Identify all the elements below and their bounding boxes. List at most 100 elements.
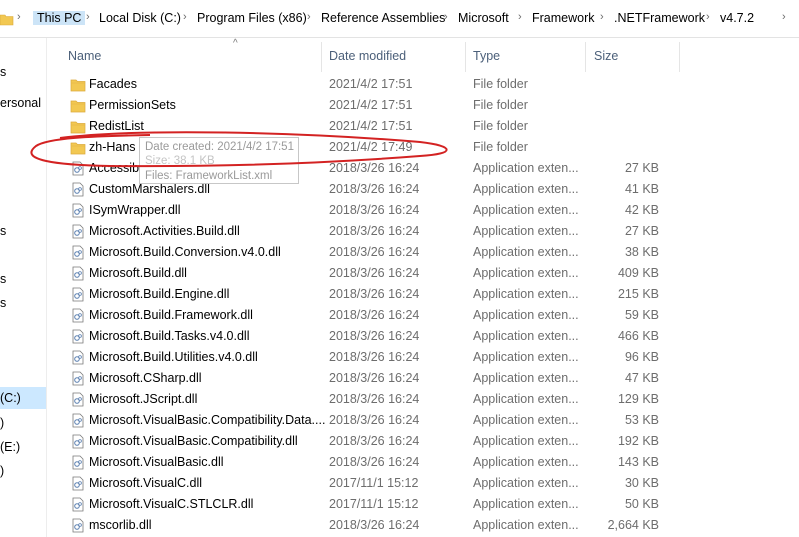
column-header-bar: ^ Name Date modified Type Size — [47, 38, 799, 72]
file-type: Application exten... — [473, 392, 579, 406]
breadcrumb-framework[interactable]: Framework — [532, 11, 595, 25]
file-type: Application exten... — [473, 497, 579, 511]
file-row[interactable]: PermissionSets 2021/4/2 17:51 File folder — [68, 95, 668, 116]
breadcrumb-microsoft[interactable]: Microsoft — [458, 11, 509, 25]
file-name: Microsoft.VisualC.dll — [89, 476, 203, 490]
file-type: Application exten... — [473, 203, 579, 217]
column-divider[interactable] — [585, 42, 586, 72]
nav-item[interactable]: ) — [0, 464, 4, 478]
file-type: Application exten... — [473, 455, 579, 469]
column-divider[interactable] — [465, 42, 466, 72]
file-row[interactable]: Microsoft.Build.dll 2018/3/26 16:24 Applic… — [68, 263, 668, 284]
nav-item[interactable]: s — [0, 296, 6, 310]
nav-item[interactable]: s — [0, 65, 6, 79]
column-header-size[interactable]: Size — [594, 49, 618, 63]
column-header-type[interactable]: Type — [473, 49, 500, 63]
file-date-modified: 2018/3/26 16:24 — [329, 245, 420, 259]
file-name: RedistList — [89, 119, 144, 133]
dll-file-icon — [72, 224, 84, 239]
file-name: Microsoft.JScript.dll — [89, 392, 198, 406]
file-name: Microsoft.VisualBasic.Compatibility.Data… — [89, 413, 326, 427]
nav-item[interactable]: s — [0, 272, 6, 286]
address-bar[interactable]: › This PC › Local Disk (C:) › Program Fi… — [0, 0, 799, 38]
dll-file-icon — [72, 455, 84, 470]
file-row[interactable]: Facades 2021/4/2 17:51 File folder — [68, 74, 668, 95]
file-row[interactable]: Microsoft.VisualBasic.Compatibility.dll 2… — [68, 431, 668, 452]
breadcrumb-this-pc[interactable]: This PC — [33, 11, 86, 25]
breadcrumb-program-files[interactable]: Program Files (x86) — [197, 11, 307, 25]
file-type: Application exten... — [473, 287, 579, 301]
file-date-modified: 2018/3/26 16:24 — [329, 203, 420, 217]
file-date-modified: 2018/3/26 16:24 — [329, 434, 420, 448]
file-name: Microsoft.CSharp.dll — [89, 371, 202, 385]
dll-file-icon — [72, 518, 84, 533]
nav-item[interactable]: s — [0, 224, 6, 238]
file-row[interactable]: Microsoft.VisualBasic.Compatibility.Data… — [68, 410, 668, 431]
file-name: Microsoft.VisualBasic.dll — [89, 455, 224, 469]
nav-item[interactable]: (E:) — [0, 440, 20, 454]
file-row[interactable]: Microsoft.Build.Tasks.v4.0.dll 2018/3/26 … — [68, 326, 668, 347]
breadcrumb-local-disk[interactable]: Local Disk (C:) — [99, 11, 181, 25]
file-size: 47 KB — [624, 371, 659, 385]
file-name: CustomMarshalers.dll — [89, 182, 210, 196]
file-row[interactable]: Microsoft.Build.Engine.dll 2018/3/26 16:2… — [68, 284, 668, 305]
file-size: 192 KB — [617, 434, 659, 448]
dll-file-icon — [72, 413, 84, 428]
file-row[interactable]: Microsoft.Activities.Build.dll 2018/3/26 … — [68, 221, 668, 242]
file-row[interactable]: Microsoft.Build.Framework.dll 2018/3/26 1… — [68, 305, 668, 326]
file-type: Application exten... — [473, 182, 579, 196]
nav-item-local-disk[interactable]: (C:) — [0, 387, 46, 409]
dll-file-icon — [72, 203, 84, 218]
file-row[interactable]: Microsoft.VisualC.STLCLR.dll 2017/11/1 15… — [68, 494, 668, 515]
file-name: Microsoft.Build.Utilities.v4.0.dll — [89, 350, 258, 364]
navigation-pane[interactable]: s ersonal s s s (C:) ) (E:) ) — [0, 38, 47, 537]
chevron-right-icon: › — [706, 11, 710, 23]
chevron-right-icon: › — [86, 11, 90, 23]
breadcrumb-reference-assemblies[interactable]: Reference Assemblies — [321, 11, 445, 25]
column-header-date[interactable]: Date modified — [329, 49, 406, 63]
file-name: mscorlib.dll — [89, 518, 152, 532]
breadcrumb-version[interactable]: v4.7.2 — [720, 11, 754, 25]
chevron-right-icon: › — [307, 11, 311, 23]
file-type: Application exten... — [473, 161, 579, 175]
file-row[interactable]: Microsoft.Build.Utilities.v4.0.dll 2018/3… — [68, 347, 668, 368]
file-row[interactable]: ISymWrapper.dll 2018/3/26 16:24 Applicatio… — [68, 200, 668, 221]
file-type: Application exten... — [473, 413, 579, 427]
dll-file-icon — [72, 161, 84, 176]
file-row[interactable]: mscorlib.dll 2018/3/26 16:24 Application e… — [68, 515, 668, 536]
dll-file-icon — [72, 182, 84, 197]
file-size: 215 KB — [617, 287, 659, 301]
column-divider[interactable] — [321, 42, 322, 72]
file-size: 53 KB — [624, 413, 659, 427]
dll-file-icon — [72, 434, 84, 449]
breadcrumb-netframework[interactable]: .NETFramework — [614, 11, 705, 25]
nav-item[interactable]: ersonal — [0, 96, 41, 110]
file-tooltip: Date created: 2021/4/2 17:51 Size: 38.1 … — [139, 137, 299, 184]
file-row[interactable]: Microsoft.VisualC.dll 2017/11/1 15:12 Appl… — [68, 473, 668, 494]
file-type: Application exten... — [473, 434, 579, 448]
file-row[interactable]: Microsoft.CSharp.dll 2018/3/26 16:24 Appli… — [68, 368, 668, 389]
tooltip-created: Date created: 2021/4/2 17:51 — [145, 141, 294, 153]
file-row[interactable]: Microsoft.VisualBasic.dll 2018/3/26 16:24… — [68, 452, 668, 473]
file-name: PermissionSets — [89, 98, 176, 112]
file-type: Application exten... — [473, 245, 579, 259]
nav-item[interactable]: ) — [0, 416, 4, 430]
file-date-modified: 2018/3/26 16:24 — [329, 266, 420, 280]
file-size: 466 KB — [617, 329, 659, 343]
column-divider[interactable] — [679, 42, 680, 72]
file-type: Application exten... — [473, 350, 579, 364]
file-date-modified: 2018/3/26 16:24 — [329, 182, 420, 196]
dll-file-icon — [72, 497, 84, 512]
file-name: Microsoft.VisualC.STLCLR.dll — [89, 497, 254, 511]
file-name: Microsoft.Build.Engine.dll — [89, 287, 230, 301]
chevron-right-icon: › — [17, 11, 21, 23]
file-row[interactable]: Microsoft.Build.Conversion.v4.0.dll 2018/… — [68, 242, 668, 263]
file-row[interactable]: RedistList 2021/4/2 17:51 File folder — [68, 116, 668, 137]
file-row[interactable]: Microsoft.JScript.dll 2018/3/26 16:24 Appl… — [68, 389, 668, 410]
file-date-modified: 2018/3/26 16:24 — [329, 287, 420, 301]
file-size: 27 KB — [624, 224, 659, 238]
chevron-right-icon: › — [518, 11, 522, 23]
file-date-modified: 2021/4/2 17:49 — [329, 140, 413, 154]
column-header-name[interactable]: Name — [68, 49, 101, 63]
file-type: File folder — [473, 77, 528, 91]
